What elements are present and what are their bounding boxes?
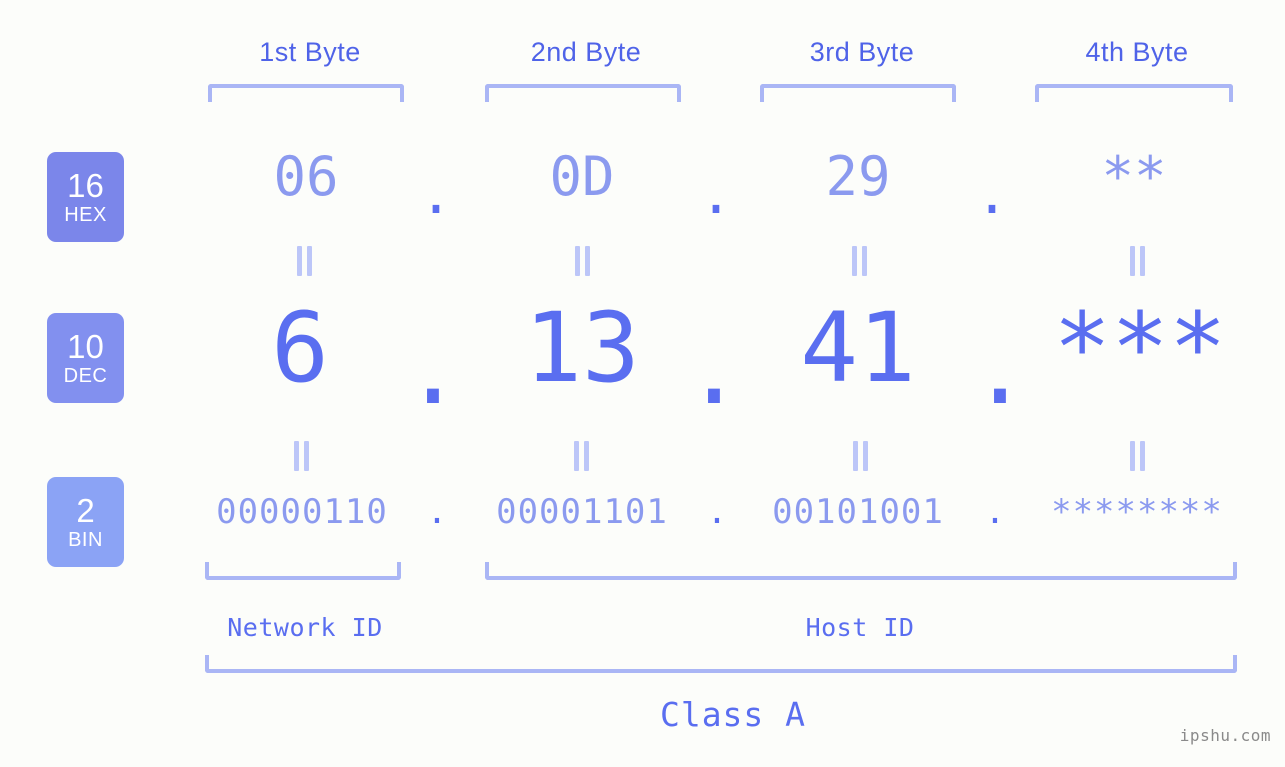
class-label: Class A — [659, 695, 807, 734]
byte-header-2: 2nd Byte — [530, 37, 642, 67]
radix-badge-dec: 10 DEC — [47, 313, 124, 403]
class-bracket — [205, 655, 1237, 673]
byte-bracket-2 — [485, 84, 681, 102]
dec-byte-1: 6 — [271, 292, 329, 404]
byte-bracket-1 — [208, 84, 404, 102]
hex-separator-2: . — [699, 163, 733, 226]
host-id-label: Host ID — [805, 613, 915, 642]
hex-byte-4: ** — [1101, 145, 1167, 208]
radix-badge-hex-label: HEX — [64, 204, 107, 226]
equals-marker-hex-dec-1 — [293, 246, 317, 276]
bin-byte-3: 00101001 — [772, 492, 944, 532]
equals-marker-dec-bin-3 — [849, 441, 873, 471]
dec-byte-3: 41 — [800, 292, 916, 404]
dec-separator-2: . — [685, 314, 743, 426]
dec-separator-1: . — [404, 314, 462, 426]
hex-byte-3: 29 — [825, 145, 891, 208]
bin-separator-1: . — [426, 492, 448, 532]
hex-separator-3: . — [975, 163, 1009, 226]
byte-bracket-3 — [760, 84, 956, 102]
radix-badge-dec-number: 10 — [67, 328, 104, 365]
hex-separator-1: . — [419, 163, 453, 226]
radix-badge-bin-number: 2 — [76, 492, 95, 529]
bin-byte-2: 00001101 — [496, 492, 668, 532]
equals-marker-dec-bin-4 — [1126, 441, 1150, 471]
host-id-bracket — [485, 562, 1237, 580]
hex-byte-2: 0D — [549, 145, 615, 208]
radix-badge-bin-label: BIN — [68, 529, 103, 551]
equals-marker-hex-dec-4 — [1126, 246, 1150, 276]
byte-bracket-4 — [1035, 84, 1233, 102]
bin-separator-3: . — [984, 492, 1006, 532]
bin-byte-4: ******** — [1051, 492, 1223, 532]
dec-byte-2: 13 — [524, 292, 640, 404]
network-id-label: Network ID — [227, 613, 383, 642]
network-id-bracket — [205, 562, 401, 580]
radix-badge-dec-label: DEC — [63, 365, 108, 387]
byte-header-3: 3rd Byte — [809, 37, 915, 67]
ip-address-breakdown-diagram: 1st Byte 2nd Byte 3rd Byte 4th Byte 16 H… — [0, 0, 1285, 767]
hex-byte-1: 06 — [273, 145, 339, 208]
byte-header-4: 4th Byte — [1085, 37, 1189, 67]
bin-separator-2: . — [706, 492, 728, 532]
equals-marker-dec-bin-2 — [570, 441, 594, 471]
equals-marker-hex-dec-2 — [571, 246, 595, 276]
dec-byte-4: *** — [1053, 292, 1227, 404]
radix-badge-hex-number: 16 — [67, 167, 104, 204]
radix-badge-hex: 16 HEX — [47, 152, 124, 242]
equals-marker-hex-dec-3 — [848, 246, 872, 276]
byte-header-1: 1st Byte — [259, 37, 361, 67]
bin-byte-1: 00000110 — [216, 492, 388, 532]
site-watermark: ipshu.com — [1179, 726, 1271, 745]
radix-badge-bin: 2 BIN — [47, 477, 124, 567]
equals-marker-dec-bin-1 — [290, 441, 314, 471]
